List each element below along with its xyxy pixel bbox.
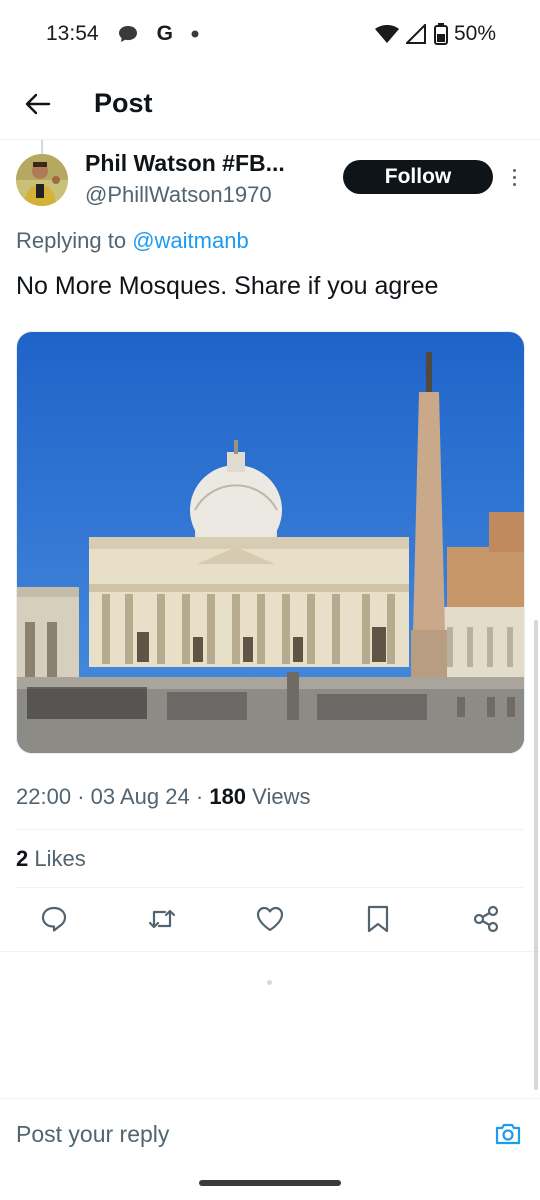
status-left: 13:54 G [46, 22, 199, 46]
likes-label: Likes [34, 846, 86, 871]
author-name[interactable]: Phil Watson #FB... [85, 150, 285, 177]
signal-icon [405, 24, 428, 44]
notification-dot-icon [191, 30, 199, 38]
divider [0, 951, 540, 952]
wifi-icon [374, 24, 400, 44]
reply-icon[interactable] [39, 904, 69, 934]
google-icon: G [156, 22, 173, 45]
battery-icon [433, 23, 448, 45]
author-handle[interactable]: @PhillWatson1970 [85, 182, 272, 208]
post-actions [0, 898, 540, 942]
meta-separator: · [195, 784, 210, 809]
divider [16, 887, 524, 888]
status-time: 13:54 [46, 22, 99, 45]
replying-to-mention[interactable]: @waitmanb [132, 228, 249, 253]
replying-to-line: Replying to @waitmanb [16, 228, 249, 254]
chat-icon [117, 24, 139, 44]
post-image[interactable] [16, 331, 525, 754]
more-options-icon[interactable] [504, 162, 524, 192]
post-time: 22:00 [16, 784, 72, 809]
scrollbar[interactable] [534, 620, 538, 1090]
status-right: 50% [374, 22, 496, 46]
battery-percent: 50% [453, 22, 496, 45]
meta-separator: · [77, 784, 91, 809]
gesture-nav-handle[interactable] [199, 1180, 341, 1186]
replying-to-prefix: Replying to [16, 228, 127, 253]
bookmark-icon[interactable] [363, 904, 393, 934]
views-count: 180 [209, 784, 247, 809]
avatar[interactable] [16, 154, 68, 206]
camera-icon[interactable] [494, 1121, 522, 1147]
back-button[interactable] [16, 82, 60, 126]
arrow-left-icon [25, 93, 51, 114]
reply-input[interactable]: Post your reply [16, 1121, 169, 1148]
top-app-bar: Post [0, 68, 540, 140]
reply-bar: Post your reply [0, 1098, 540, 1162]
status-bar: 13:54 G 50% [0, 0, 540, 68]
post-meta: 22:00 · 03 Aug 24 · 180 Views [16, 784, 310, 810]
post-date: 03 Aug 24 [90, 784, 190, 809]
views-label: Views [252, 784, 311, 809]
post-text: No More Mosques. Share if you agree [16, 272, 439, 300]
likes-count: 2 [16, 846, 29, 871]
follow-button[interactable]: Follow [343, 160, 493, 194]
loading-indicator [267, 980, 272, 985]
repost-icon[interactable] [147, 904, 177, 934]
divider [16, 829, 524, 830]
share-icon[interactable] [471, 904, 501, 934]
post-author-row: Phil Watson #FB... @PhillWatson1970 Foll… [16, 150, 526, 214]
basilica-photo [17, 332, 524, 753]
page-title: Post [94, 88, 153, 118]
likes-stat[interactable]: 2 Likes [16, 846, 86, 872]
like-icon[interactable] [255, 904, 285, 934]
